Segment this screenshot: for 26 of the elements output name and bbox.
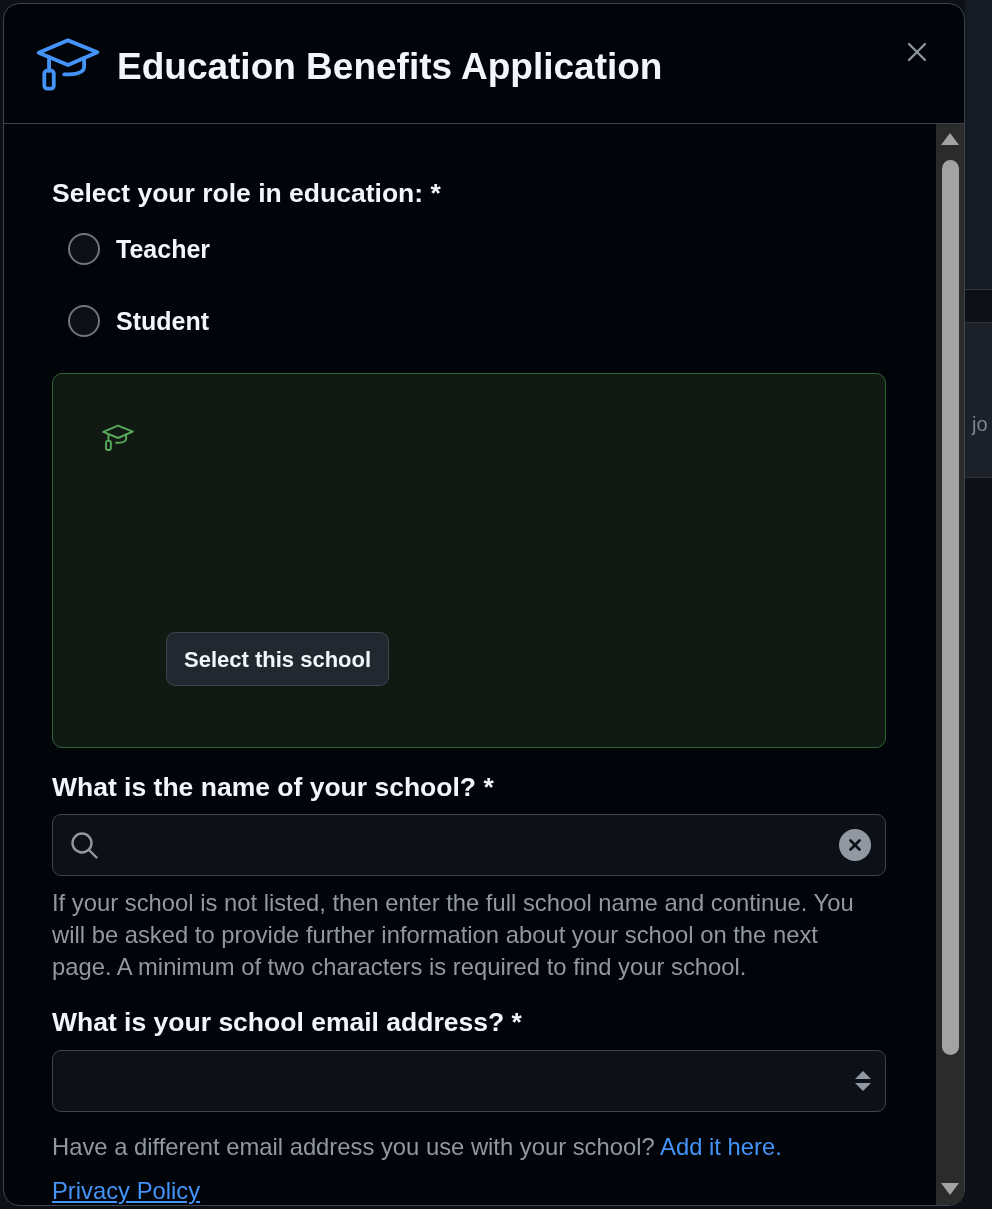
school-name-label: What is the name of your school? *	[52, 771, 495, 803]
radio-label[interactable]: Student	[116, 305, 210, 337]
scrollbar[interactable]	[936, 124, 964, 1205]
select-caret-icon	[855, 1071, 871, 1091]
select-school-button[interactable]: Select this school	[166, 632, 390, 686]
close-icon	[907, 42, 927, 62]
search-icon	[70, 831, 98, 859]
add-email-link[interactable]: Add it here.	[660, 1133, 782, 1160]
scroll-up-arrow-icon[interactable]	[941, 133, 959, 145]
background-text: jo	[972, 413, 988, 435]
graduation-cap-icon	[102, 424, 134, 452]
graduation-cap-icon	[36, 38, 100, 92]
privacy-policy-link[interactable]: Privacy Policy	[52, 1179, 201, 1203]
school-email-label: What is your school email address? *	[52, 1006, 523, 1038]
clear-button[interactable]	[839, 829, 871, 861]
school-search-field[interactable]	[52, 814, 886, 876]
radio-label[interactable]: Teacher	[116, 233, 211, 265]
role-label: Select your role in education: *	[52, 177, 442, 209]
scroll-down-arrow-icon[interactable]	[941, 1183, 959, 1195]
scrollbar-thumb[interactable]	[941, 160, 959, 1055]
radio-button[interactable]	[68, 233, 100, 265]
radio-button[interactable]	[68, 305, 100, 337]
school-help-text: If your school is not listed, then enter the full school name and continue. You will be asked to provide further information about your school on the next page. A minimum of two characters is required to find your school.	[52, 888, 855, 982]
clear-icon	[849, 839, 861, 851]
email-help-text: Have a different email address you use with your school? Add it here.	[52, 1132, 783, 1162]
dialog-title: Education Benefits Application	[117, 45, 663, 89]
